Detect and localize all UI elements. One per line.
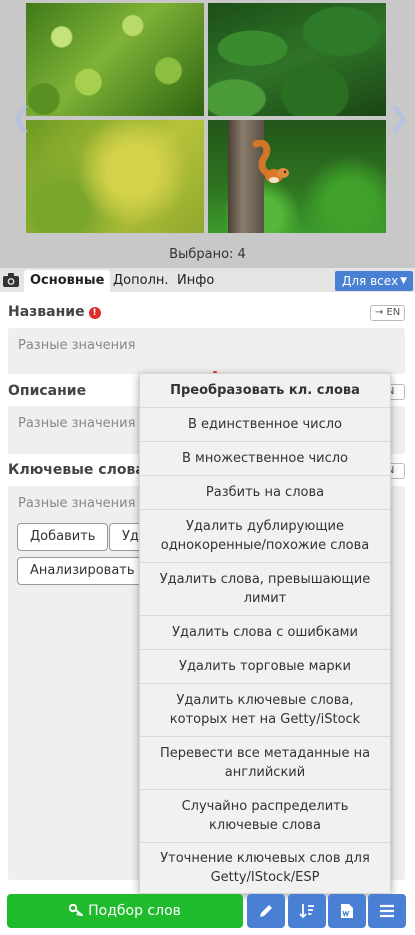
tab-bar: Основные Дополн. Инфо Для всех ▼ (0, 268, 415, 292)
title-label-text: Название (8, 304, 85, 320)
chevron-down-icon: ▼ (400, 276, 407, 286)
tab-basic[interactable]: Основные (24, 270, 111, 292)
menu-button[interactable] (368, 894, 406, 928)
transform-keywords-menu: Преобразовать кл. слова В единственное ч… (139, 373, 391, 894)
sort-icon (299, 904, 314, 919)
analyze-button[interactable]: Анализировать (17, 557, 148, 585)
menu-item-singular[interactable]: В единственное число (140, 407, 390, 441)
add-keyword-button[interactable]: Добавить (17, 523, 109, 551)
title-translate-en-button[interactable]: → EN (370, 305, 405, 321)
keywords-label: Ключевые слова (8, 462, 145, 478)
menu-item-remove-misspelled[interactable]: Удалить слова с ошибками (140, 615, 390, 649)
thumbnail-lettuce[interactable] (26, 3, 204, 116)
word-doc-icon (341, 904, 353, 918)
menu-item-remove-trademarks[interactable]: Удалить торговые марки (140, 649, 390, 683)
image-preview-area: ❮ ❯ Выбрано: 4 (0, 0, 415, 268)
title-label: Название! (8, 304, 101, 320)
word-export-button[interactable] (328, 894, 366, 928)
thumbnail-nettle[interactable] (208, 3, 386, 116)
sort-button[interactable] (288, 894, 326, 928)
title-placeholder: Разные значения (18, 338, 136, 353)
menu-icon (380, 904, 394, 918)
menu-item-plural[interactable]: В множественное число (140, 441, 390, 475)
description-label: Описание (8, 383, 87, 399)
description-placeholder: Разные значения (18, 416, 136, 431)
menu-item-shuffle-keywords[interactable]: Случайно распределить ключевые слова (140, 789, 390, 842)
pencil-icon (260, 905, 272, 917)
menu-item-remove-not-on-getty[interactable]: Удалить ключевые слова, которых нет на G… (140, 683, 390, 736)
menu-item-remove-over-limit[interactable]: Удалить слова, превышающие лимит (140, 562, 390, 615)
camera-icon[interactable] (3, 273, 19, 287)
thumbnail-squirrel[interactable] (208, 120, 386, 233)
for-all-label: Для всех (342, 274, 399, 288)
warning-icon: ! (88, 307, 101, 319)
menu-item-translate-english[interactable]: Перевести все метаданные на английский (140, 736, 390, 789)
select-words-label: Подбор слов (88, 903, 181, 919)
menu-item-split-words[interactable]: Разбить на слова (140, 475, 390, 509)
keywords-placeholder: Разные значения (18, 496, 136, 511)
select-words-button[interactable]: Подбор слов (7, 894, 243, 928)
selected-count: Выбрано: 4 (169, 247, 246, 262)
for-all-dropdown[interactable]: Для всех ▼ (335, 271, 413, 291)
tab-info[interactable]: Инфо (171, 270, 220, 292)
menu-item-refine-getty-esp[interactable]: Уточнение ключевых слов для Getty/IStock… (140, 842, 390, 893)
thumbnail-blur[interactable] (26, 120, 204, 233)
edit-button[interactable] (247, 894, 285, 928)
key-icon (68, 903, 84, 917)
menu-item-remove-duplicates[interactable]: Удалить дублирующие однокоренные/похожие… (140, 509, 390, 562)
prev-arrow-icon[interactable]: ❮ (10, 105, 32, 131)
tab-additional[interactable]: Дополн. (107, 270, 175, 292)
next-arrow-icon[interactable]: ❯ (388, 105, 410, 131)
squirrel-image (252, 140, 289, 183)
menu-title: Преобразовать кл. слова (170, 383, 360, 398)
title-field[interactable]: Разные значения (8, 328, 405, 374)
